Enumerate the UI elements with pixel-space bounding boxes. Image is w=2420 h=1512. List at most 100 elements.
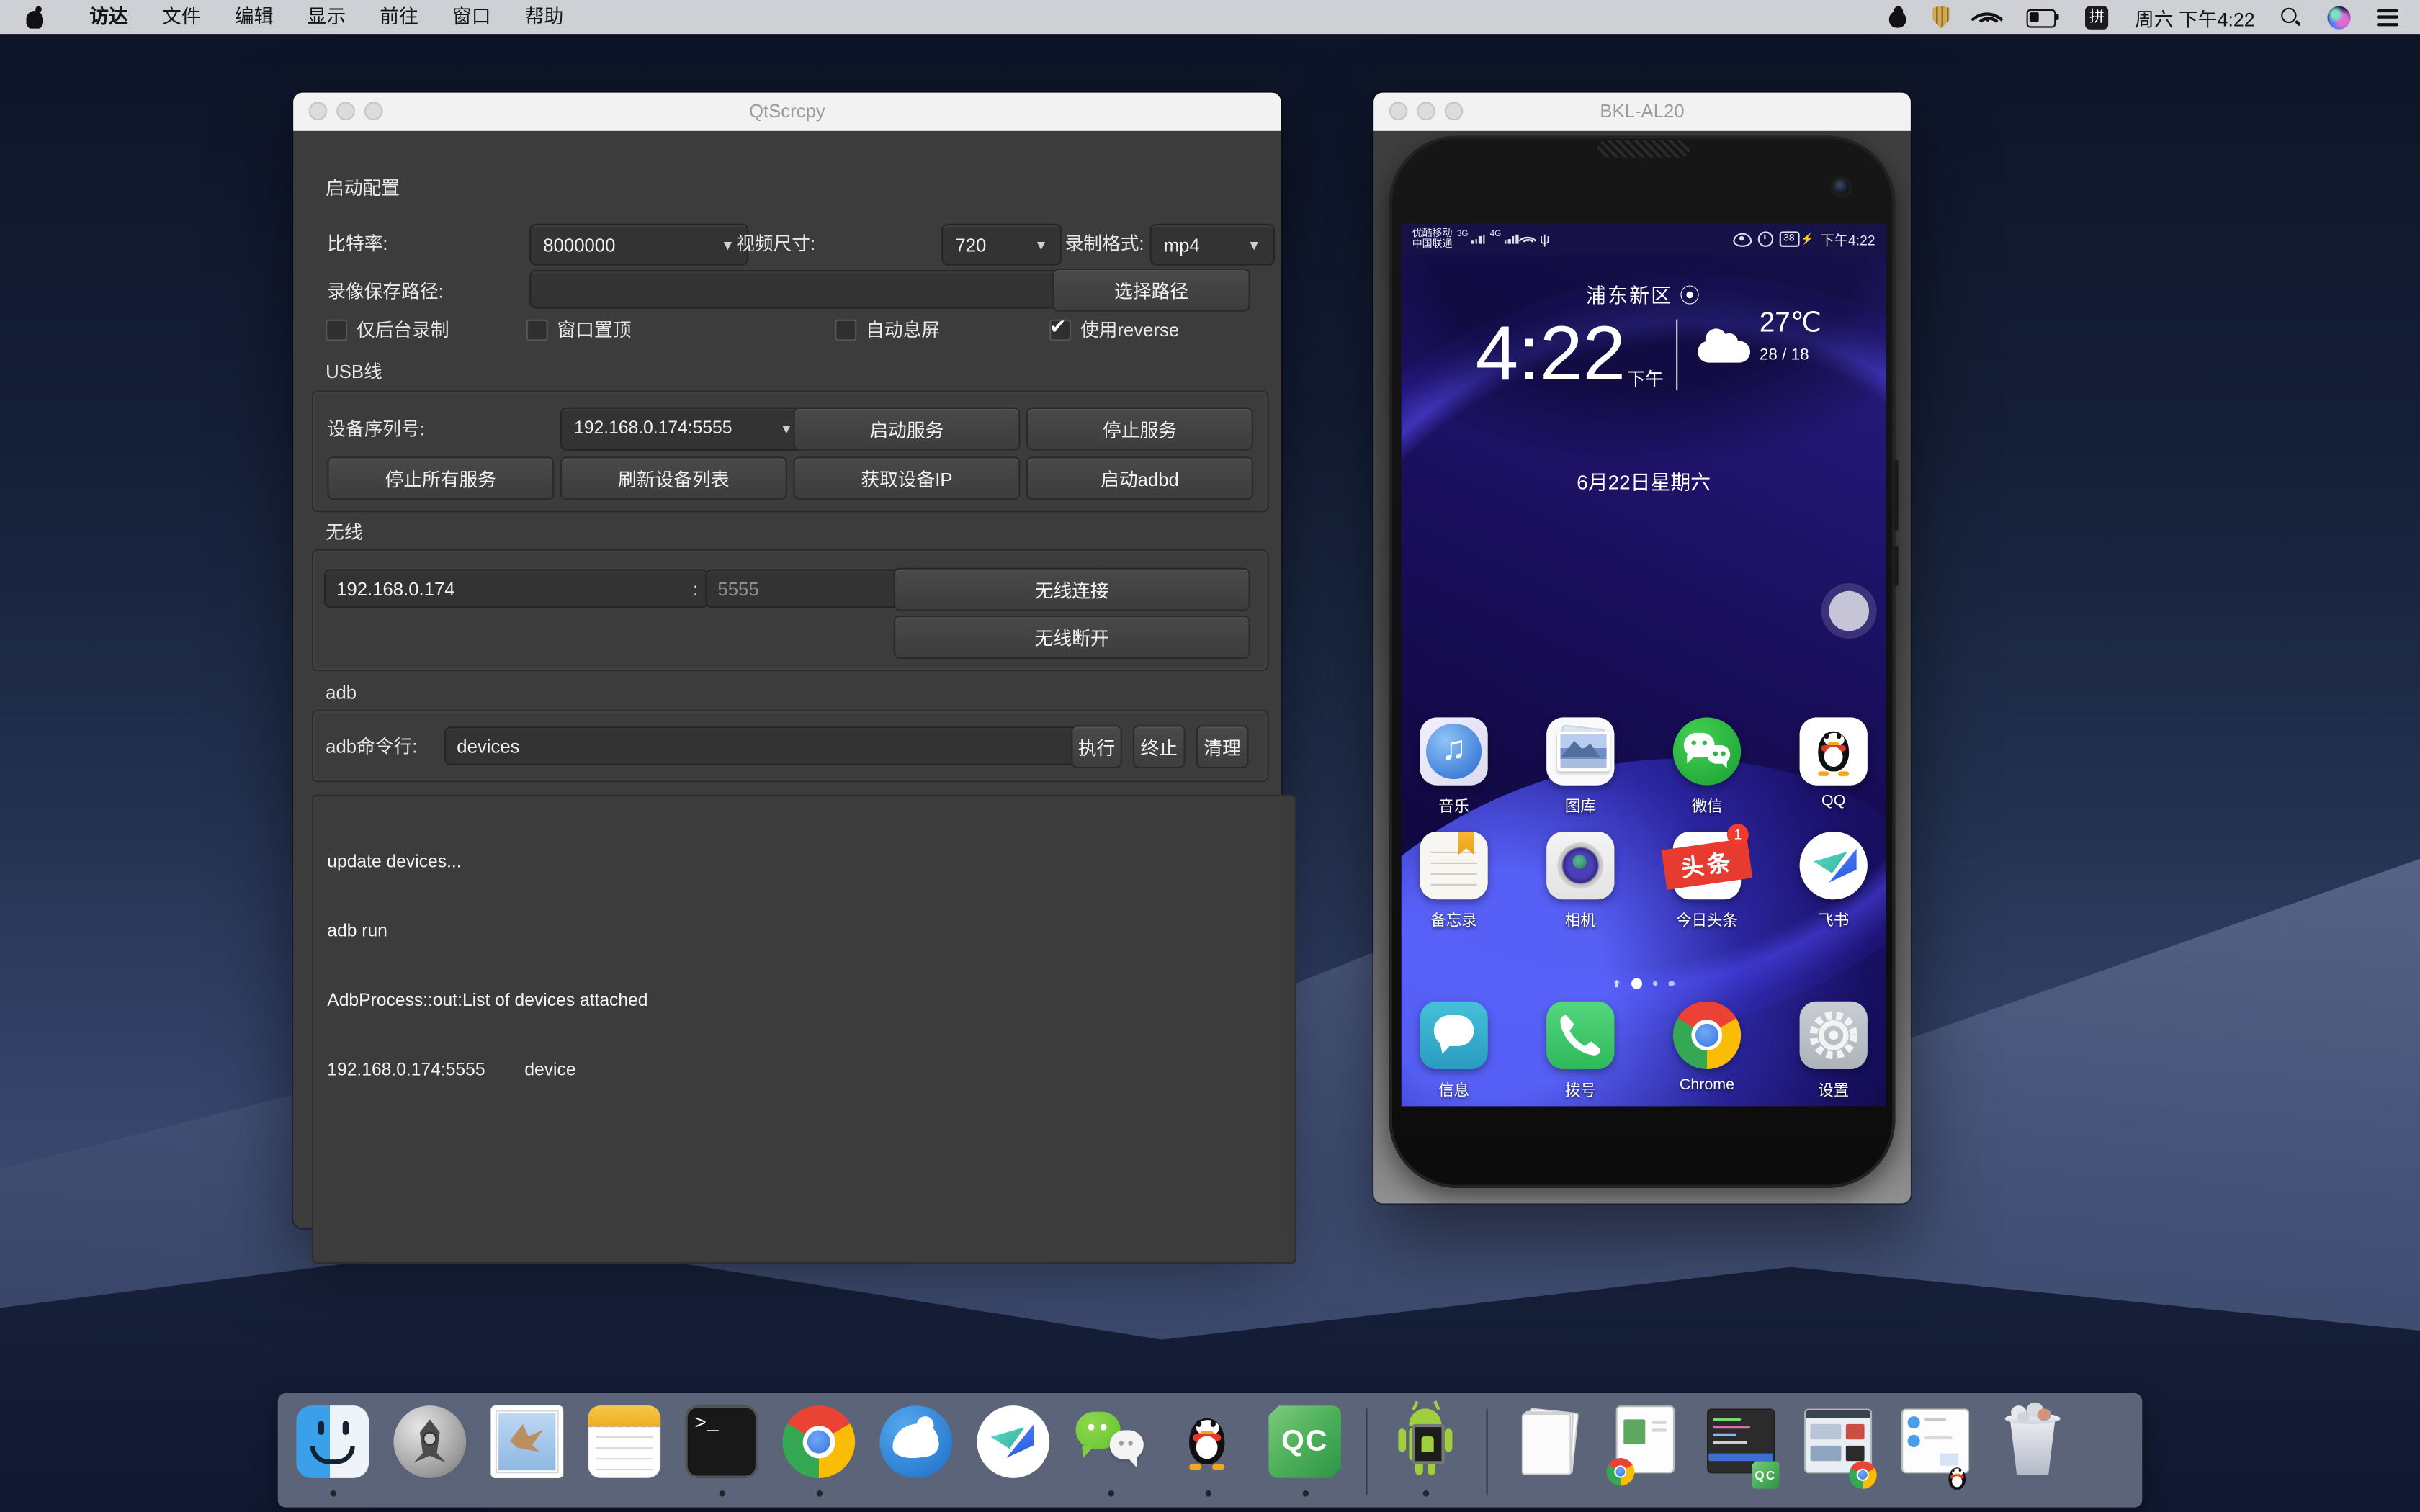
- phone-dock-row: 信息 拨号 Chrome: [1415, 1002, 1872, 1100]
- menu-window[interactable]: 窗口: [435, 0, 508, 34]
- phone-app-wechat[interactable]: 微信: [1668, 717, 1745, 816]
- dock-item-qtscrcpy[interactable]: [1389, 1405, 1462, 1495]
- record-format-combobox[interactable]: mp4▼: [1150, 224, 1275, 266]
- menu-edit[interactable]: 编辑: [218, 0, 290, 34]
- clear-button[interactable]: 清理: [1196, 725, 1249, 768]
- wireless-connect-button[interactable]: 无线连接: [894, 568, 1250, 611]
- dock-item-mail[interactable]: [490, 1405, 563, 1495]
- phone-app-music[interactable]: ♫ 音乐: [1415, 717, 1492, 816]
- log-output[interactable]: update devices... adb run AdbProcess::ou…: [312, 795, 1296, 1264]
- start-adbd-button[interactable]: 启动adbd: [1026, 456, 1253, 500]
- widget-date: 6月22日星期六: [1402, 466, 1886, 495]
- siri-icon[interactable]: [2327, 6, 2350, 29]
- phone-screen[interactable]: 优酷移动 中国联通 3G 4G ψ 38⚡ 下午4:2: [1402, 224, 1886, 1107]
- dock-item-sealion-app[interactable]: [879, 1405, 952, 1495]
- dock-item-finder[interactable]: [296, 1405, 369, 1495]
- dock-item-minimized-qq-chat[interactable]: [1899, 1405, 1971, 1495]
- dock-item-launchpad[interactable]: [393, 1405, 466, 1495]
- usb-status-icon: ψ: [1540, 233, 1550, 246]
- notification-center-icon[interactable]: [2377, 9, 2398, 26]
- minimize-button[interactable]: [336, 102, 355, 120]
- phone-app-toutiao[interactable]: 头条 1 今日头条: [1668, 832, 1745, 930]
- spotlight-search-icon[interactable]: [2281, 7, 2301, 27]
- battery-icon[interactable]: [2027, 9, 2059, 26]
- dock-item-trash[interactable]: [1996, 1405, 2069, 1495]
- menu-file[interactable]: 文件: [145, 0, 218, 34]
- dock-item-qq[interactable]: [1171, 1405, 1244, 1495]
- menubar-clock[interactable]: 周六 下午4:22: [2135, 2, 2255, 32]
- menu-view[interactable]: 显示: [290, 0, 363, 34]
- checkbox-background-record[interactable]: 仅后台录制: [326, 316, 449, 342]
- phone-app-notes[interactable]: 备忘录: [1415, 832, 1492, 930]
- phone-window-titlebar[interactable]: BKL-AL20: [1373, 93, 1911, 132]
- phone-app-gallery[interactable]: 图库: [1542, 717, 1619, 816]
- phone-app-chrome[interactable]: Chrome: [1668, 1002, 1745, 1100]
- phone-app-qq[interactable]: QQ: [1795, 717, 1872, 816]
- save-path-input[interactable]: [529, 270, 1059, 309]
- phone-app-camera[interactable]: 相机: [1542, 832, 1619, 930]
- terminal-icon: >_: [685, 1405, 758, 1478]
- refresh-device-list-button[interactable]: 刷新设备列表: [560, 456, 787, 500]
- menu-help[interactable]: 帮助: [508, 0, 581, 34]
- phone-app-messages[interactable]: 信息: [1415, 1002, 1492, 1100]
- checkbox-use-reverse[interactable]: 使用reverse: [1049, 316, 1179, 342]
- trash-full-icon: [1996, 1405, 2069, 1478]
- input-method-icon[interactable]: 拼: [2085, 6, 2108, 29]
- phone-app-feishu[interactable]: 飞书: [1795, 832, 1872, 930]
- log-line: 192.168.0.174:5555 device: [327, 1060, 1281, 1083]
- app-label: 拨号: [1542, 1077, 1619, 1100]
- desktop-stage: 访达 文件 编辑 显示 前往 窗口 帮助 拼 周六 下午4:22: [0, 0, 2420, 1512]
- phone-status-time: 下午4:22: [1820, 229, 1875, 249]
- checkbox-icon: [526, 319, 548, 341]
- app-label: 信息: [1415, 1077, 1492, 1100]
- stop-all-services-button[interactable]: 停止所有服务: [327, 456, 554, 500]
- qq-app-icon: [1800, 717, 1868, 785]
- terminate-button[interactable]: 终止: [1133, 725, 1186, 768]
- start-service-button[interactable]: 启动服务: [793, 408, 1020, 451]
- app-label: 飞书: [1795, 907, 1872, 930]
- close-button[interactable]: [1389, 102, 1408, 120]
- dock-item-minimized-qtcreator-window[interactable]: QC: [1704, 1405, 1777, 1495]
- serial-combobox[interactable]: 192.168.0.174:5555▼: [560, 408, 807, 451]
- dock-item-minimized-chrome-browser[interactable]: [1801, 1405, 1874, 1495]
- dock-item-terminal[interactable]: >_: [685, 1405, 758, 1495]
- checkbox-auto-screen-off[interactable]: 自动息屏: [835, 316, 940, 342]
- execute-button[interactable]: 执行: [1071, 725, 1122, 768]
- close-button[interactable]: [309, 102, 328, 120]
- checkbox-window-on-top[interactable]: 窗口置顶: [526, 316, 632, 342]
- location-widget[interactable]: 浦东新区 ⦿: [1402, 279, 1886, 309]
- dock-item-notes[interactable]: [588, 1405, 660, 1495]
- wireless-ip-input[interactable]: 192.168.0.174: [324, 570, 709, 608]
- get-device-ip-button[interactable]: 获取设备IP: [793, 456, 1020, 500]
- menu-go[interactable]: 前往: [363, 0, 436, 34]
- wireless-port-input[interactable]: 5555: [705, 570, 909, 608]
- minimize-button[interactable]: [1417, 102, 1435, 120]
- assistive-ball[interactable]: [1829, 591, 1869, 631]
- dock-item-chrome[interactable]: [782, 1405, 855, 1495]
- adb-cmd-input[interactable]: devices: [444, 726, 1077, 765]
- apple-menu-icon[interactable]: [24, 6, 45, 29]
- chevron-down-icon: ▼: [721, 237, 735, 252]
- menu-app-name[interactable]: 访达: [73, 0, 145, 34]
- wifi-icon[interactable]: [1976, 8, 2000, 27]
- video-size-combobox[interactable]: 720▼: [941, 224, 1062, 266]
- wireless-disconnect-button[interactable]: 无线断开: [894, 616, 1250, 659]
- phone-app-settings[interactable]: 设置: [1795, 1002, 1872, 1100]
- zoom-button[interactable]: [1445, 102, 1464, 120]
- qtscrcpy-titlebar[interactable]: QtScrcpy: [293, 93, 1281, 132]
- choose-path-button[interactable]: 选择路径: [1052, 269, 1250, 312]
- dock-item-wechat[interactable]: [1074, 1405, 1147, 1495]
- shield-menubar-icon[interactable]: [1932, 6, 1950, 29]
- dock-item-minimized-chrome-page[interactable]: [1607, 1405, 1680, 1495]
- running-indicator: [1422, 1490, 1429, 1497]
- qq-menubar-icon[interactable]: [1889, 6, 1906, 28]
- config-section-label: 启动配置: [326, 177, 400, 199]
- bitrate-combobox[interactable]: 8000000▼: [529, 224, 748, 266]
- stop-service-button[interactable]: 停止服务: [1026, 408, 1253, 451]
- zoom-button[interactable]: [364, 102, 383, 120]
- phone-app-dialer[interactable]: 拨号: [1542, 1002, 1619, 1100]
- dock-item-feishu[interactable]: [977, 1405, 1049, 1495]
- network-3g-label: 3G: [1457, 230, 1469, 239]
- dock-item-documents[interactable]: [1510, 1405, 1582, 1495]
- dock-item-qtcreator[interactable]: QC: [1268, 1405, 1341, 1495]
